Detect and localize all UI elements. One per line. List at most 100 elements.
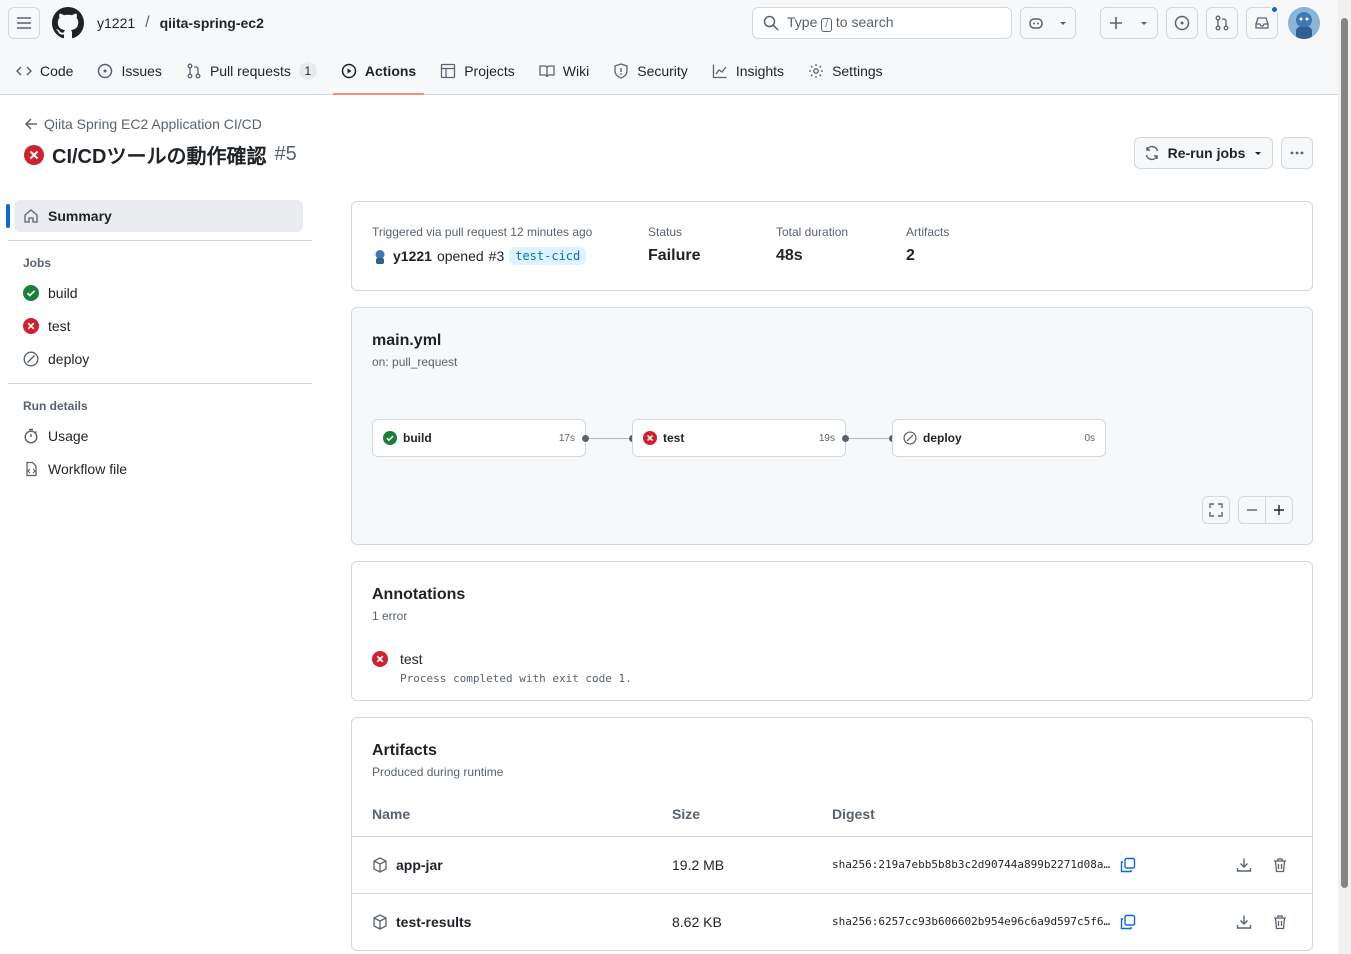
artifact-name-cell[interactable]: test-results bbox=[372, 914, 471, 930]
trigger-label: Triggered via pull request 12 minutes ag… bbox=[372, 225, 593, 239]
workflow-name: Qiita Spring EC2 Application CI/CD bbox=[44, 116, 262, 132]
artifact-name: app-jar bbox=[396, 857, 443, 873]
artifacts-subtitle: Produced during runtime bbox=[372, 765, 504, 779]
workflow-trigger: on: pull_request bbox=[372, 355, 458, 369]
graph-icon bbox=[712, 64, 727, 79]
page-scrollbar[interactable] bbox=[1338, 0, 1351, 954]
check-circle-fill-icon bbox=[383, 431, 397, 445]
avatar[interactable] bbox=[1288, 7, 1320, 39]
artifact-name-cell[interactable]: app-jar bbox=[372, 857, 443, 873]
repo-name-link[interactable]: qiita-spring-ec2 bbox=[160, 15, 264, 31]
trigger-pr-link[interactable]: #3 bbox=[489, 248, 505, 264]
workflow-back-link[interactable]: Qiita Spring EC2 Application CI/CD bbox=[24, 116, 262, 132]
global-header: y1221 / qiita-spring-ec2 Type / to searc… bbox=[0, 0, 1338, 95]
pull-requests-button[interactable] bbox=[1206, 7, 1238, 39]
trash-icon bbox=[1274, 858, 1286, 873]
artifact-size: 8.62 KB bbox=[672, 914, 722, 930]
tab-label: Wiki bbox=[562, 63, 590, 79]
tab-security[interactable]: Security bbox=[605, 55, 696, 87]
book-icon bbox=[539, 65, 555, 78]
git-pull-request-icon bbox=[187, 63, 201, 79]
job-node-build[interactable]: build 17s bbox=[372, 419, 586, 457]
workflow-file-name[interactable]: main.yml bbox=[372, 332, 441, 350]
tab-actions[interactable]: Actions bbox=[332, 55, 425, 95]
plus-icon bbox=[1274, 505, 1284, 515]
plus-icon bbox=[1110, 17, 1122, 29]
scrollbar-thumb[interactable] bbox=[1341, 18, 1348, 888]
artifacts-title: Artifacts bbox=[372, 742, 437, 759]
tab-pull-requests[interactable]: Pull requests 1 bbox=[178, 55, 325, 87]
annotations-title: Annotations bbox=[372, 586, 466, 603]
search-shortcut-key: / bbox=[821, 18, 833, 32]
sidebar-item-summary[interactable]: Summary bbox=[6, 200, 303, 232]
artifacts-count[interactable]: 2 bbox=[906, 247, 949, 265]
more-options-button[interactable] bbox=[1281, 137, 1313, 169]
sidebar-item-deploy[interactable]: deploy bbox=[8, 343, 312, 375]
zoom-out-button[interactable] bbox=[1238, 496, 1266, 524]
tab-projects[interactable]: Projects bbox=[432, 55, 523, 87]
trigger-actor[interactable]: y1221 bbox=[393, 248, 432, 264]
file-code-icon bbox=[26, 461, 37, 477]
tab-label: Code bbox=[40, 63, 74, 79]
download-artifact-button[interactable] bbox=[1232, 910, 1256, 934]
fullscreen-button[interactable] bbox=[1202, 496, 1230, 524]
annotations-count: 1 error bbox=[372, 609, 408, 623]
copy-digest-button[interactable] bbox=[1116, 910, 1140, 934]
x-circle-fill-icon bbox=[24, 144, 44, 165]
artifact-digest: sha256:219a7ebb5b8b3c2d90744a899b2271d08… bbox=[832, 858, 1111, 871]
tab-label: Pull requests bbox=[209, 63, 291, 79]
search-input[interactable]: Type / to search bbox=[752, 7, 1012, 39]
x-circle-fill-icon bbox=[643, 431, 657, 445]
sidebar-details-heading: Run details bbox=[23, 399, 88, 413]
sidebar-item-workflow-file[interactable]: Workflow file bbox=[8, 453, 312, 485]
rerun-label: Re-run jobs bbox=[1167, 145, 1246, 161]
tab-settings[interactable]: Settings bbox=[800, 55, 891, 87]
job-name: deploy bbox=[923, 431, 962, 445]
sidebar-item-label: test bbox=[48, 318, 71, 334]
artifacts-label: Artifacts bbox=[906, 225, 950, 239]
repo-nav-tabs: Code Issues Pull requests 1 Actions Proj… bbox=[0, 55, 899, 95]
status-info: Status Failure bbox=[648, 225, 700, 265]
trash-icon bbox=[1274, 915, 1286, 930]
tab-insights[interactable]: Insights bbox=[704, 55, 792, 87]
sidebar-item-usage[interactable]: Usage bbox=[8, 420, 312, 452]
annotation-job[interactable]: test bbox=[400, 651, 423, 667]
sidebar-divider bbox=[8, 240, 312, 241]
job-node-deploy[interactable]: deploy 0s bbox=[892, 419, 1106, 457]
duration-label: Total duration bbox=[776, 225, 849, 239]
tab-issues[interactable]: Issues bbox=[89, 55, 169, 87]
download-artifact-button[interactable] bbox=[1232, 853, 1256, 877]
download-icon bbox=[1236, 858, 1252, 872]
table-row: test-results 8.62 KB sha256:6257cc93b606… bbox=[352, 894, 1312, 951]
status-label: Status bbox=[648, 225, 683, 239]
github-logo-icon[interactable] bbox=[52, 7, 84, 39]
avatar-small-icon bbox=[375, 250, 385, 264]
sidebar-item-test[interactable]: test bbox=[8, 310, 312, 342]
graph-connector-dot bbox=[582, 435, 589, 442]
workflow-graph-card: main.yml on: pull_request build 17s test… bbox=[351, 307, 1313, 545]
delete-artifact-button[interactable] bbox=[1268, 853, 1292, 877]
create-new-button[interactable] bbox=[1100, 7, 1158, 39]
copilot-button[interactable] bbox=[1020, 7, 1076, 39]
tab-code[interactable]: Code bbox=[8, 55, 81, 87]
code-icon bbox=[16, 66, 32, 76]
zoom-in-button[interactable] bbox=[1265, 496, 1293, 524]
tab-wiki[interactable]: Wiki bbox=[531, 55, 597, 87]
sidebar-item-build[interactable]: build bbox=[8, 277, 312, 309]
package-icon bbox=[373, 857, 387, 873]
job-node-test[interactable]: test 19s bbox=[632, 419, 846, 457]
run-summary-card: Triggered via pull request 12 minutes ag… bbox=[351, 201, 1313, 291]
hamburger-icon bbox=[17, 17, 31, 29]
branch-label[interactable]: test-cicd bbox=[509, 247, 587, 265]
delete-artifact-button[interactable] bbox=[1268, 910, 1292, 934]
column-header-size: Size bbox=[672, 806, 701, 822]
artifact-size: 19.2 MB bbox=[672, 857, 725, 873]
repo-owner-link[interactable]: y1221 bbox=[97, 15, 135, 31]
tab-label: Actions bbox=[364, 63, 417, 79]
column-header-name: Name bbox=[372, 806, 411, 822]
menu-button[interactable] bbox=[8, 7, 40, 39]
rerun-jobs-button[interactable]: Re-run jobs bbox=[1134, 137, 1273, 169]
issues-button[interactable] bbox=[1166, 7, 1198, 39]
copy-digest-button[interactable] bbox=[1116, 853, 1140, 877]
copy-icon bbox=[1120, 914, 1136, 930]
